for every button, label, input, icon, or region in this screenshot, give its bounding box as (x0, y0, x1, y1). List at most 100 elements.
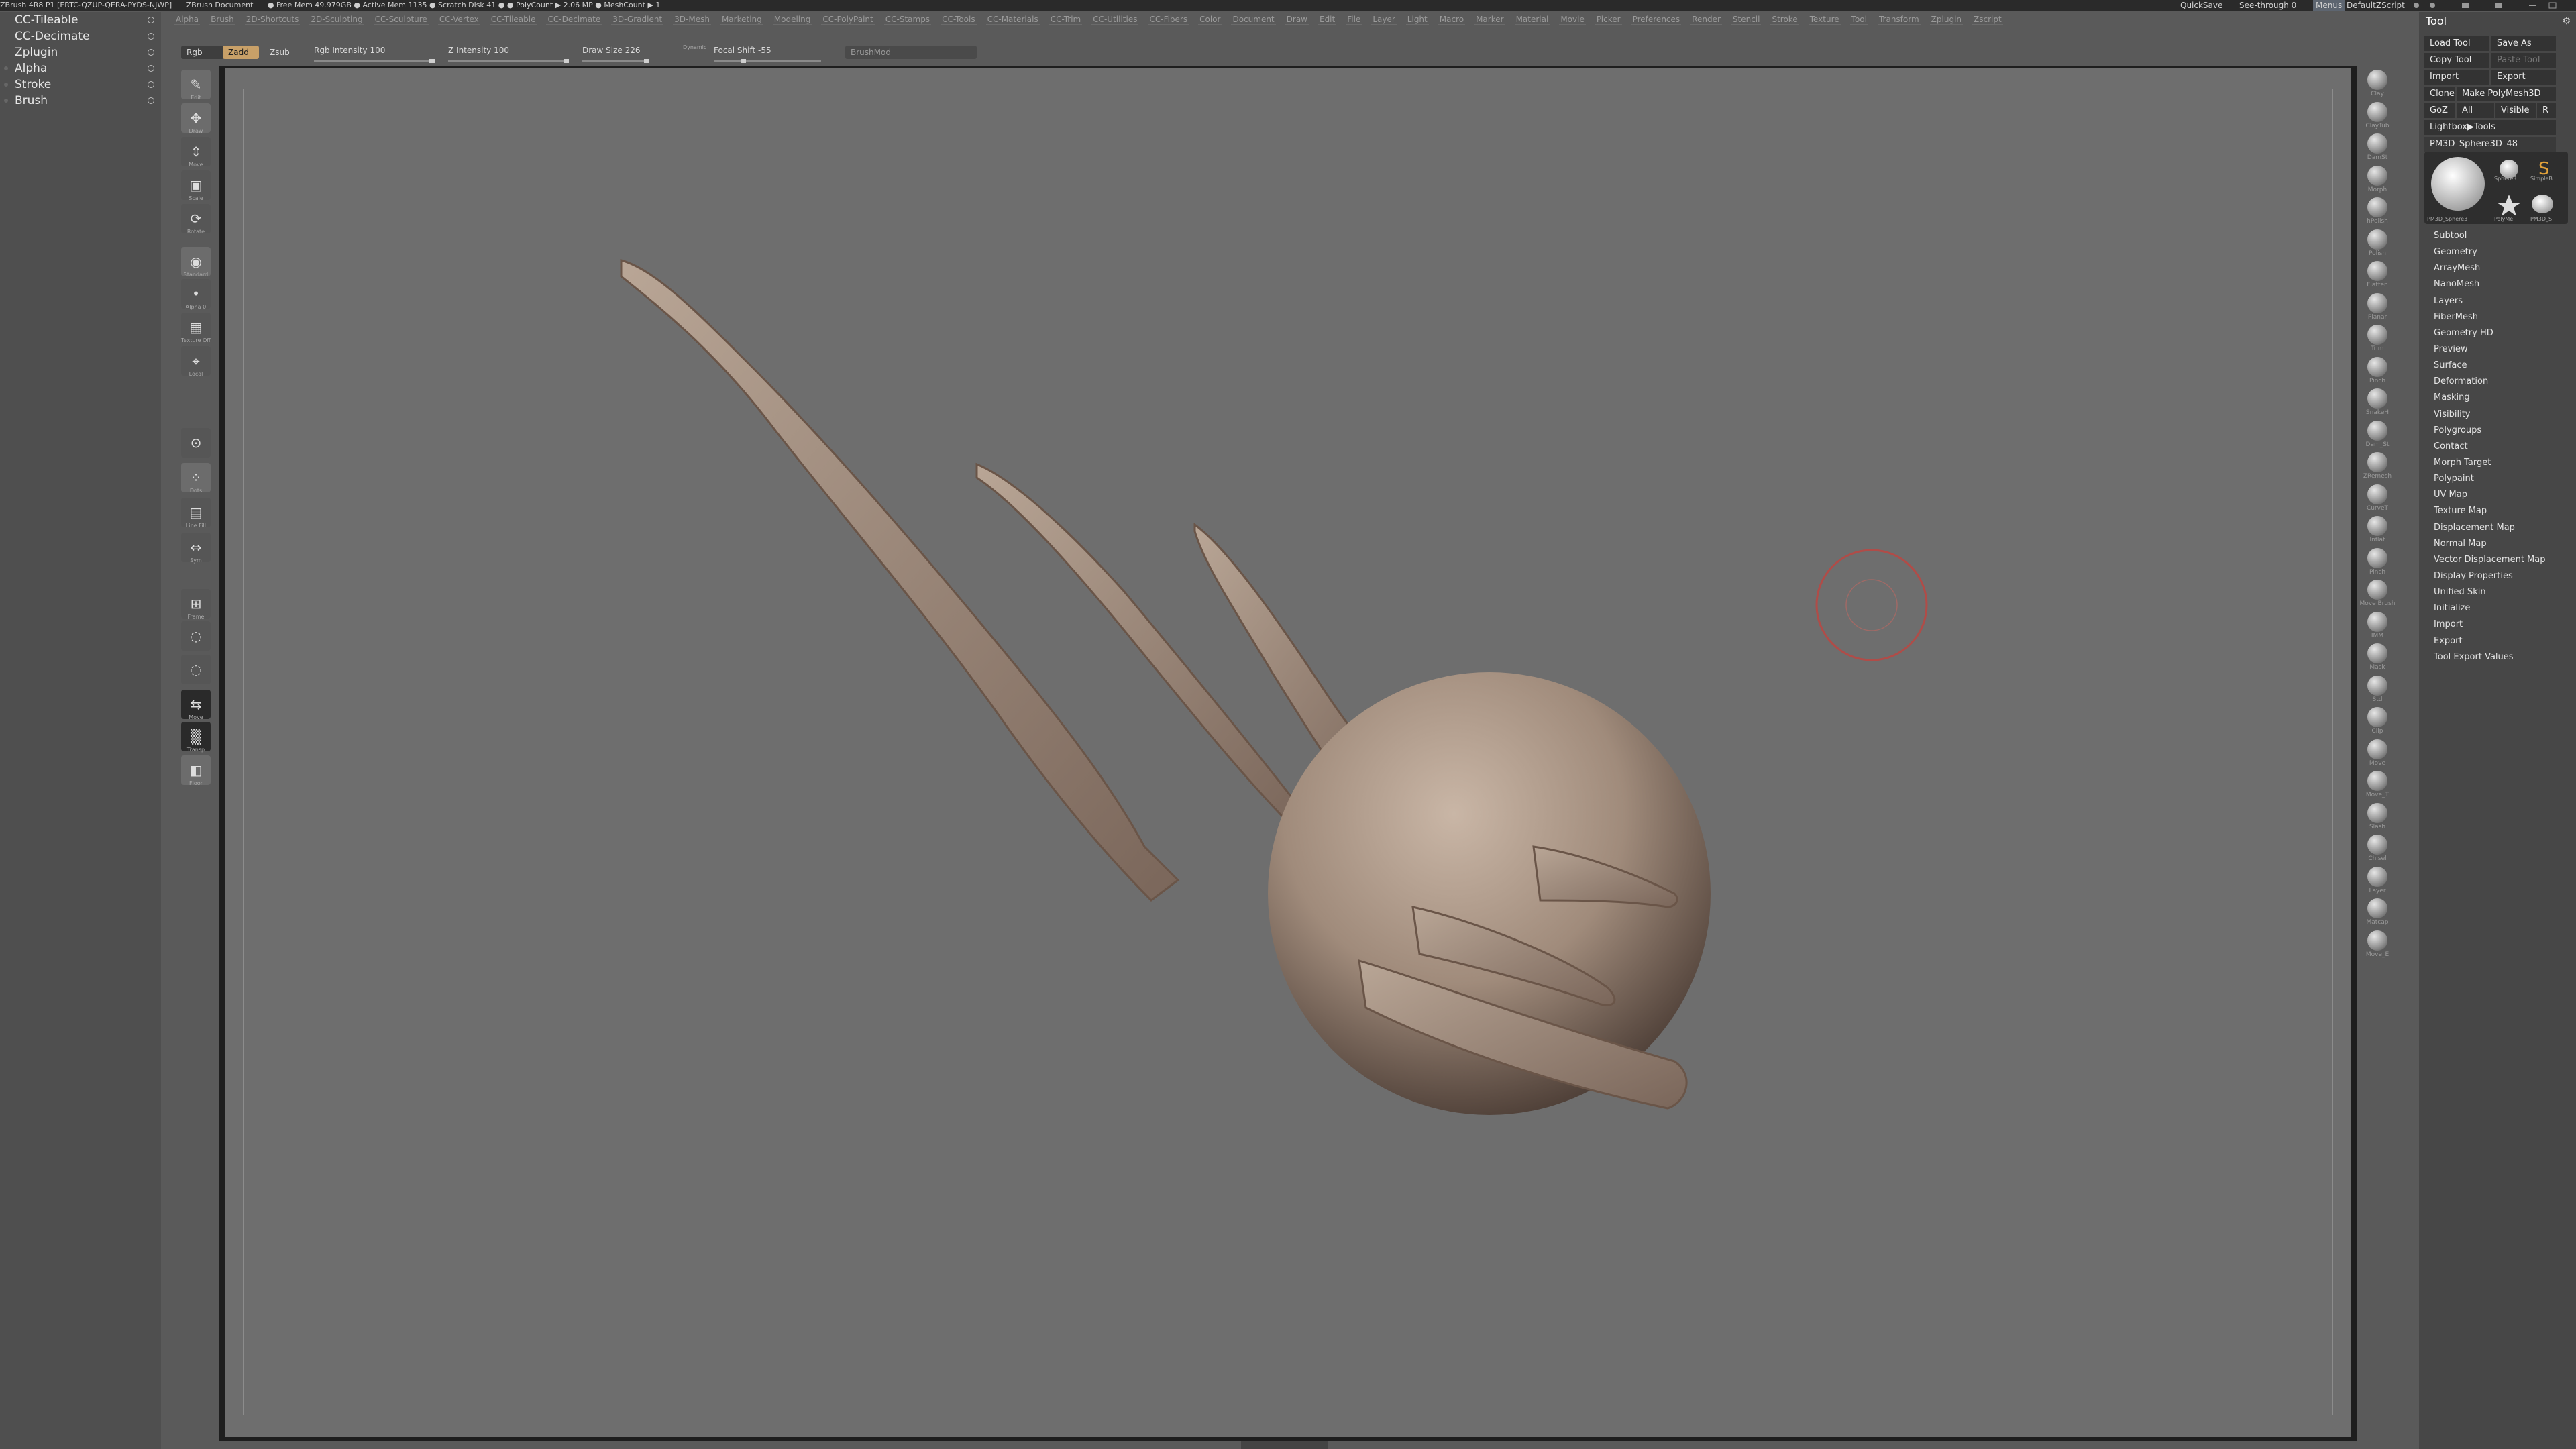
menu-texture[interactable]: Texture (1808, 15, 1841, 25)
menu-movie[interactable]: Movie (1559, 15, 1586, 25)
subpalette-arraymesh[interactable]: ArrayMesh (2434, 260, 2546, 276)
menu-macro[interactable]: Macro (1438, 15, 1466, 25)
subpalette-subtool[interactable]: Subtool (2434, 228, 2546, 244)
brush-claytub[interactable]: ClayTub (2363, 101, 2392, 131)
copy-tool-button[interactable]: Copy Tool (2424, 53, 2489, 68)
subpalette-uv-map[interactable]: UV Map (2434, 487, 2546, 503)
brush-mask[interactable]: Mask (2363, 643, 2392, 673)
palette-alpha[interactable]: Alpha (0, 60, 161, 76)
brush-planar[interactable]: Planar (2363, 292, 2392, 323)
shelf-button-5[interactable]: ◉ Standard (181, 247, 211, 278)
zsub-button[interactable]: Zsub (264, 46, 298, 59)
lightbox-tools-button[interactable]: Lightbox▶Tools (2424, 120, 2556, 135)
brush-mod-slider[interactable]: BrushMod (845, 46, 977, 59)
menu-cc-tileable[interactable]: CC-Tileable (489, 15, 537, 25)
menu-transform[interactable]: Transform (1877, 15, 1921, 25)
subpalette-geometry[interactable]: Geometry (2434, 244, 2546, 260)
circle-icon[interactable] (148, 33, 154, 40)
palette-zplugin[interactable]: Zplugin (0, 44, 161, 60)
window-controls[interactable] (2408, 1, 2569, 10)
menu-file[interactable]: File (1346, 15, 1362, 25)
save-as-button[interactable]: Save As (2491, 36, 2556, 51)
see-through-slider[interactable]: See-through 0 (2239, 0, 2304, 11)
subpalette-visibility[interactable]: Visibility (2434, 407, 2546, 423)
quicksave-button[interactable]: QuickSave (2180, 0, 2222, 11)
brush-pinch[interactable]: Pinch (2363, 547, 2392, 578)
menu-marker[interactable]: Marker (1474, 15, 1505, 25)
circle-icon[interactable] (148, 49, 154, 56)
shelf-button-15[interactable]: ◌ (181, 655, 211, 684)
brush-morph[interactable]: Morph (2363, 165, 2392, 195)
clone-button[interactable]: Clone (2424, 87, 2455, 101)
shelf-button-7[interactable]: ▦ Texture Off (181, 313, 211, 343)
menu-color[interactable]: Color (1198, 15, 1222, 25)
menu-picker[interactable]: Picker (1595, 15, 1622, 25)
brush-polish[interactable]: Polish (2363, 229, 2392, 259)
subpalette-fibermesh[interactable]: FiberMesh (2434, 309, 2546, 325)
subpalette-geometry-hd[interactable]: Geometry HD (2434, 325, 2546, 341)
rgb-button[interactable]: Rgb (181, 46, 224, 59)
make-polymesh-button[interactable]: Make PolyMesh3D (2457, 87, 2556, 101)
menu-draw[interactable]: Draw (1285, 15, 1309, 25)
subpalette-deformation[interactable]: Deformation (2434, 374, 2546, 390)
menu-cc-stamps[interactable]: CC-Stamps (883, 15, 932, 25)
subpalette-preview[interactable]: Preview (2434, 341, 2546, 358)
subpalette-import[interactable]: Import (2434, 616, 2546, 633)
subpalette-tool-export-values[interactable]: Tool Export Values (2434, 649, 2546, 665)
brush-matcap[interactable]: Matcap (2363, 898, 2392, 928)
subpalette-polypaint[interactable]: Polypaint (2434, 471, 2546, 487)
canvas-resize-handle[interactable] (1241, 1441, 1328, 1449)
shelf-button-8[interactable]: ⌖ Local (181, 346, 211, 377)
brush-move[interactable]: Move (2363, 739, 2392, 769)
slider-knob[interactable] (741, 59, 746, 63)
focal-shift-slider[interactable]: Focal Shift -55 (714, 46, 821, 63)
zadd-button[interactable]: Zadd (223, 46, 259, 59)
circle-icon[interactable] (148, 97, 154, 104)
export-button[interactable]: Export (2491, 70, 2556, 85)
menu-zscript[interactable]: Zscript (1972, 15, 2003, 25)
brush-trim[interactable]: Trim (2363, 325, 2392, 354)
slider-knob[interactable] (644, 59, 649, 63)
menu-preferences[interactable]: Preferences (1631, 15, 1682, 25)
menu-stroke[interactable]: Stroke (1770, 15, 1799, 25)
brush-imm[interactable]: IMM (2363, 611, 2392, 641)
shelf-button-11[interactable]: ▤ Line Fill (181, 498, 211, 529)
menu-document[interactable]: Document (1231, 15, 1276, 25)
brush-std[interactable]: Std (2363, 675, 2392, 705)
shelf-button-2[interactable]: ⇕ Move (181, 137, 211, 168)
subpalette-contact[interactable]: Contact (2434, 439, 2546, 455)
shelf-button-0[interactable]: ✎ Edit (181, 70, 211, 101)
menu-brush[interactable]: Brush (209, 15, 235, 25)
slider-knob[interactable] (429, 59, 435, 63)
shelf-button-12[interactable]: ⇔ Sym (181, 533, 211, 564)
circle-icon[interactable] (148, 65, 154, 72)
menu-2d-shortcuts[interactable]: 2D-Shortcuts (244, 15, 301, 25)
shelf-button-17[interactable]: ▒ Transp (181, 722, 211, 753)
subpalette-morph-target[interactable]: Morph Target (2434, 455, 2546, 471)
menu-cc-materials[interactable]: CC-Materials (985, 15, 1040, 25)
brush-clay[interactable]: Clay (2363, 70, 2392, 99)
brush-move-brush[interactable]: Move Brush (2360, 580, 2395, 609)
slider-knob[interactable] (564, 59, 569, 63)
brush-hpolish[interactable]: hPolish (2363, 197, 2392, 227)
goz-r-button[interactable]: R (2537, 103, 2556, 118)
menu-layer[interactable]: Layer (1371, 15, 1397, 25)
tool-palette-header[interactable]: Tool ⚙ (2419, 12, 2576, 30)
shelf-button-3[interactable]: ▣ Scale (181, 170, 211, 201)
draw-size-slider[interactable]: Draw Size 226 (582, 46, 649, 63)
circle-icon[interactable] (148, 81, 154, 88)
brush-snakeh[interactable]: SnakeH (2363, 388, 2392, 418)
menu-tool[interactable]: Tool (1849, 15, 1868, 25)
rgb-intensity-slider[interactable]: Rgb Intensity 100 (314, 46, 435, 63)
shelf-button-13[interactable]: ⊞ Frame (181, 589, 211, 620)
subpalette-unified-skin[interactable]: Unified Skin (2434, 584, 2546, 600)
shelf-button-1[interactable]: ✥ Draw (181, 103, 211, 134)
load-tool-button[interactable]: Load Tool (2424, 36, 2489, 51)
palette-cc-decimate[interactable]: CC-Decimate (0, 28, 161, 44)
brush-slash[interactable]: Slash (2363, 802, 2392, 833)
menu-marketing[interactable]: Marketing (720, 15, 763, 25)
brush-layer[interactable]: Layer (2363, 866, 2392, 896)
menu-stencil[interactable]: Stencil (1731, 15, 1762, 25)
menu-cc-vertex[interactable]: CC-Vertex (437, 15, 480, 25)
palette-brush[interactable]: Brush (0, 93, 161, 109)
